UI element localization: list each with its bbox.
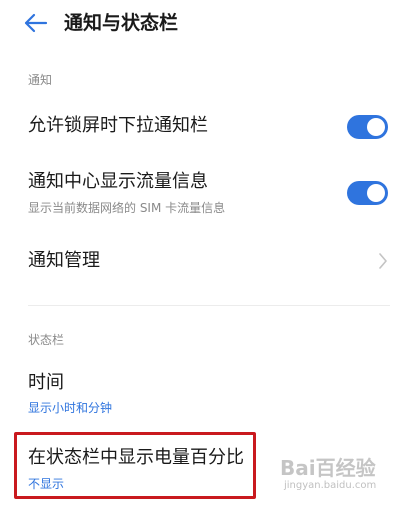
- chevron-right-icon: [379, 253, 387, 269]
- toggle-lockscreen-pulldown[interactable]: [347, 115, 388, 139]
- divider: [28, 305, 390, 306]
- highlight-annotation-box: [14, 432, 256, 499]
- watermark: Bai百经验 jingyan.baidu.com: [280, 450, 400, 502]
- page-title: 通知与状态栏: [64, 12, 179, 34]
- section-label-status-bar: 状态栏: [28, 333, 65, 347]
- row-title: 通知中心显示流量信息: [28, 171, 208, 192]
- back-arrow-icon[interactable]: [22, 10, 50, 36]
- row-title: 时间: [28, 372, 64, 393]
- settings-row-notification-management[interactable]: 通知管理: [0, 240, 408, 284]
- settings-row-time[interactable]: 时间 显示小时和分钟: [0, 366, 408, 420]
- section-label-notification: 通知: [28, 73, 53, 87]
- app-header: 通知与状态栏: [0, 0, 408, 48]
- toggle-knob: [367, 184, 385, 202]
- row-title: 通知管理: [28, 250, 100, 271]
- watermark-url: jingyan.baidu.com: [284, 480, 377, 491]
- row-title: 允许锁屏时下拉通知栏: [28, 115, 208, 136]
- toggle-knob: [367, 118, 385, 136]
- row-subtitle: 显示当前数据网络的 SIM 卡流量信息: [28, 201, 226, 215]
- row-value: 显示小时和分钟: [28, 401, 113, 415]
- watermark-logo: Bai百经验: [280, 456, 376, 480]
- toggle-traffic-info[interactable]: [347, 181, 388, 205]
